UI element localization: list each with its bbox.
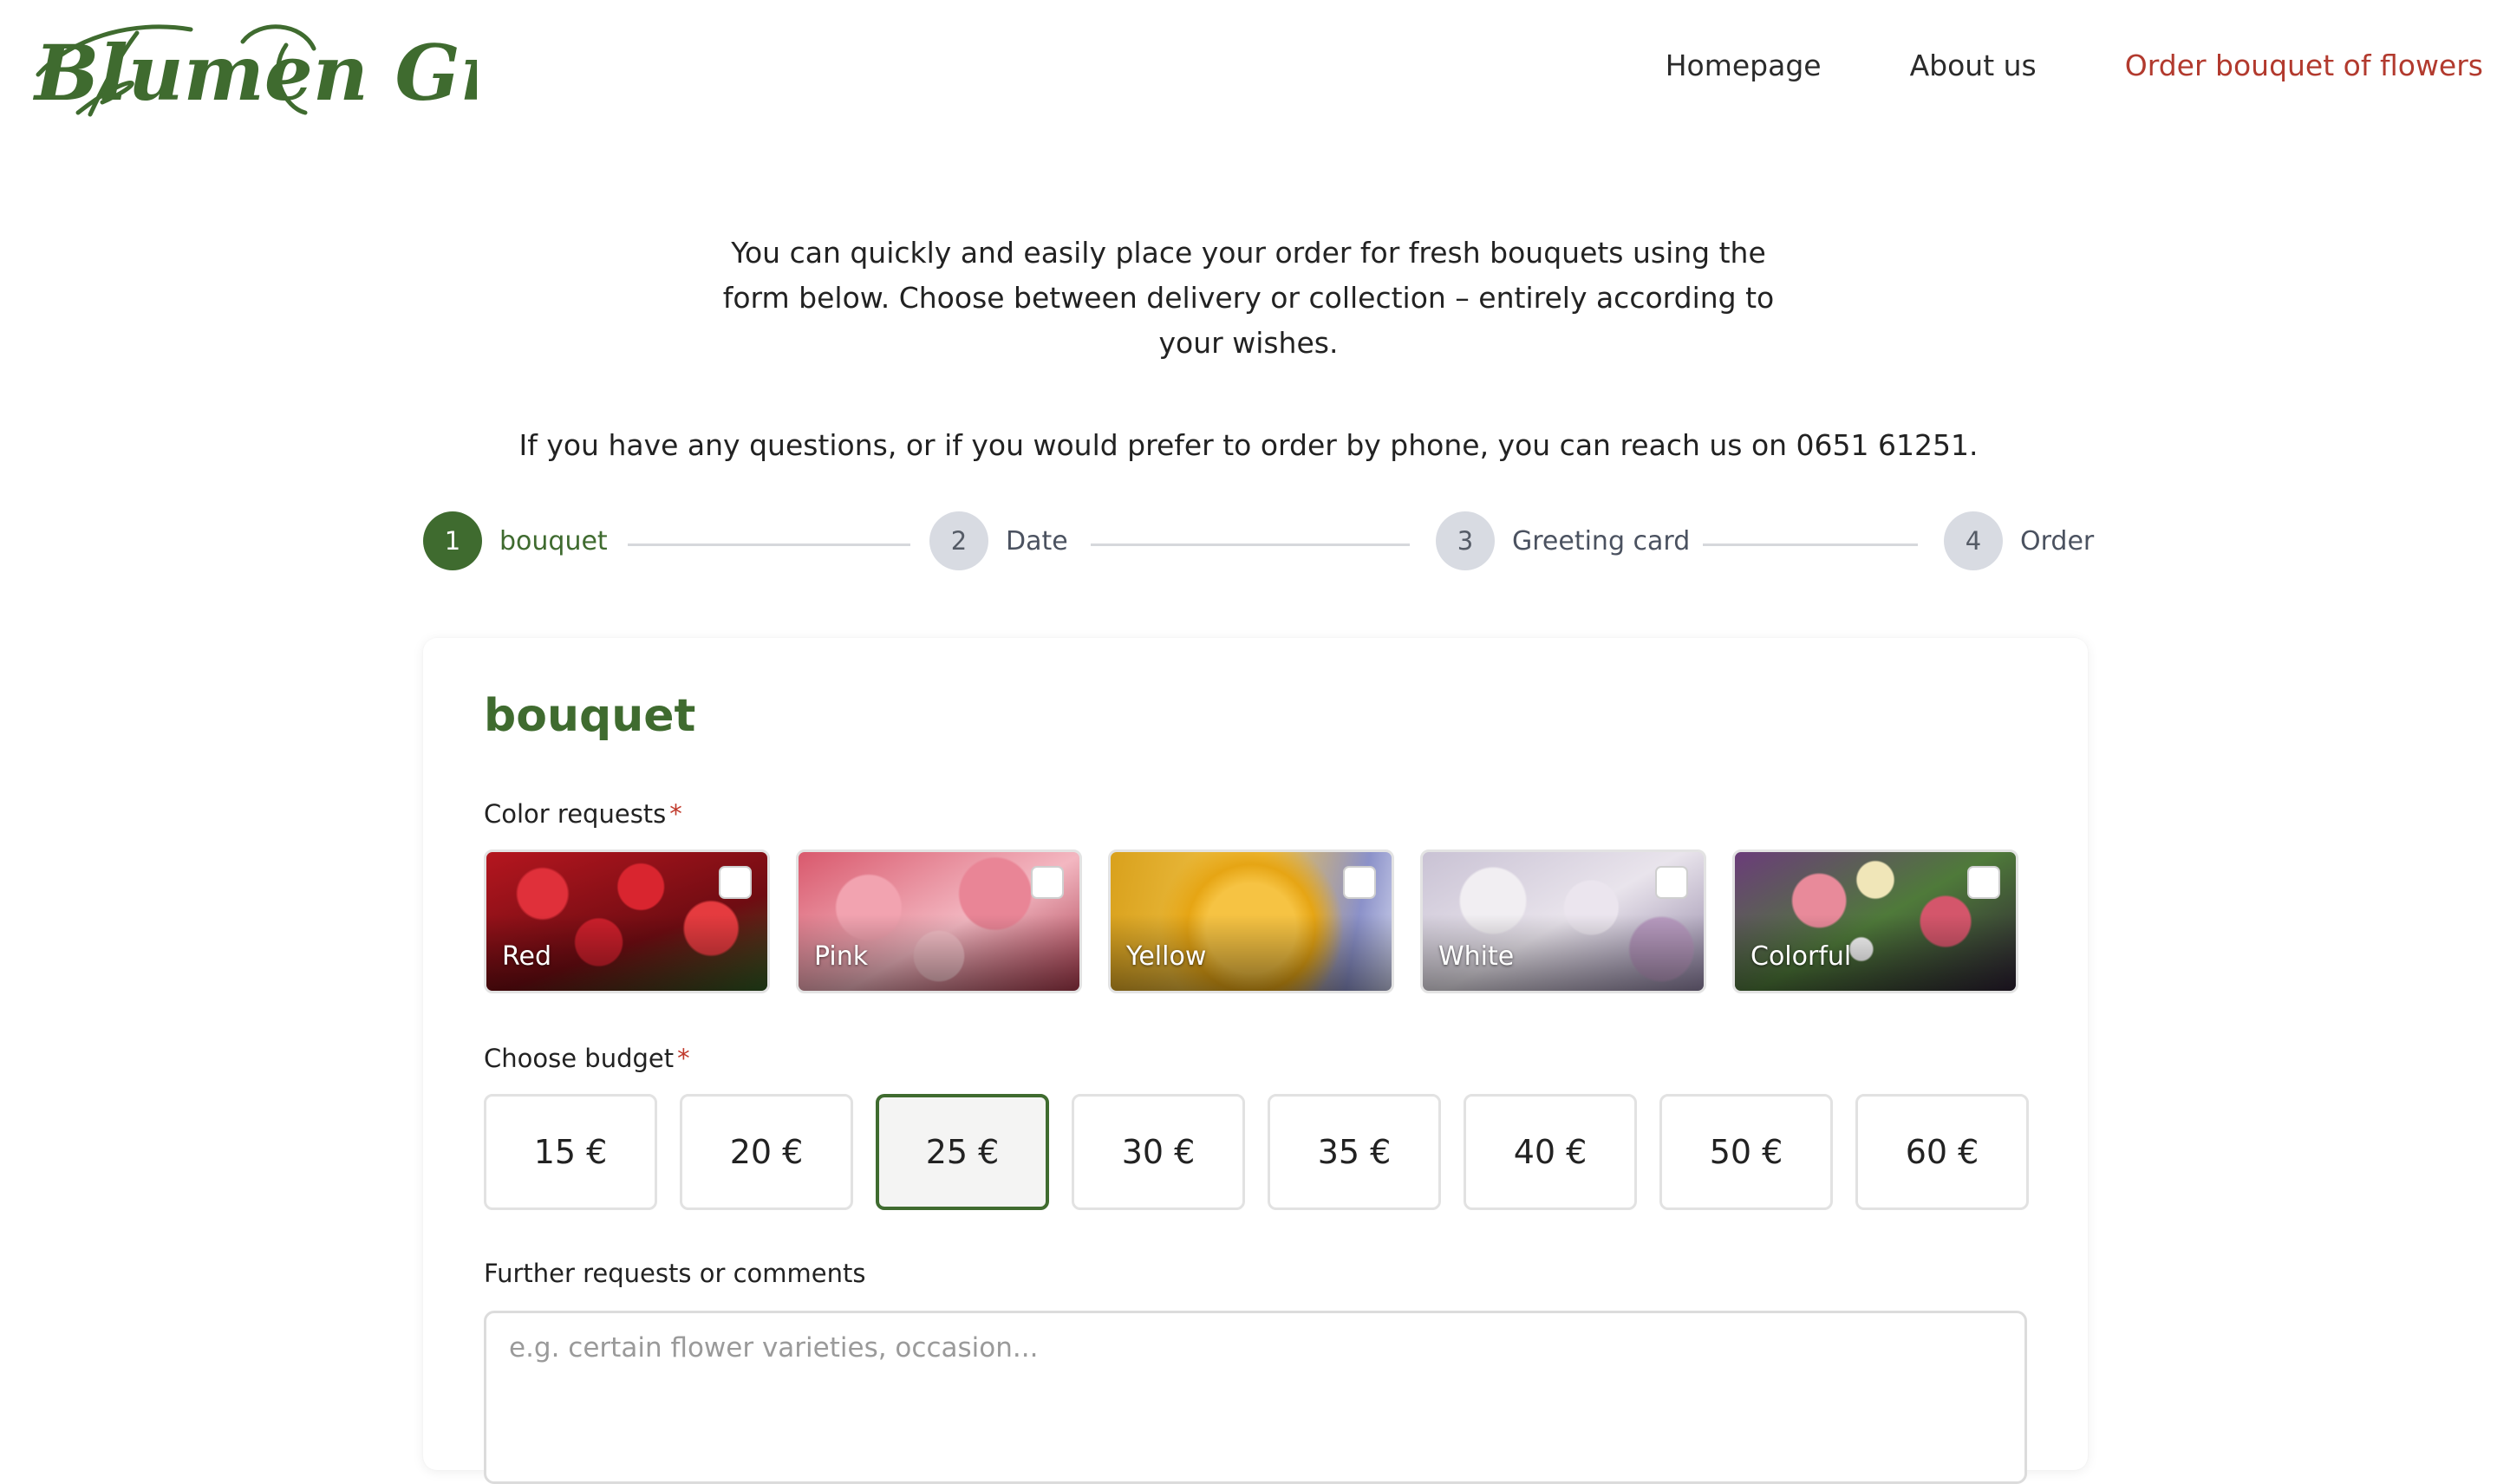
step-label: Order xyxy=(2020,525,2095,556)
nav-about-us[interactable]: About us xyxy=(1910,49,2037,82)
color-option-label: White xyxy=(1438,941,1515,972)
bouquet-form-card: bouquet Color requests* Red Pink Yellow xyxy=(423,638,2088,1484)
checkbox[interactable] xyxy=(1343,866,1376,899)
color-option-white[interactable]: White xyxy=(1420,849,1706,993)
main-nav: Homepage About us Order bouquet of flowe… xyxy=(1666,49,2483,82)
brand-logo[interactable]: Blumen Greif xyxy=(26,10,477,140)
budget-option-20[interactable]: 20 € xyxy=(680,1094,853,1210)
checkbox[interactable] xyxy=(1967,866,2000,899)
budget-option-15[interactable]: 15 € xyxy=(484,1094,657,1210)
logo-text: Blumen Greif xyxy=(32,28,477,118)
budget-option-30[interactable]: 30 € xyxy=(1072,1094,1245,1210)
checkbox[interactable] xyxy=(719,866,752,899)
comments-label: Further requests or comments xyxy=(484,1259,866,1288)
order-stepper: 1 bouquet 2 Date 3 Greeting card 4 Order xyxy=(423,511,2094,576)
step-number: 3 xyxy=(1436,511,1495,570)
step-label: Date xyxy=(1006,525,1068,556)
intro-paragraph-1: You can quickly and easily place your or… xyxy=(722,236,1775,360)
step-number: 1 xyxy=(423,511,482,570)
budget-option-40[interactable]: 40 € xyxy=(1464,1094,1637,1210)
checkbox[interactable] xyxy=(1031,866,1064,899)
step-number: 2 xyxy=(929,511,988,570)
color-requests-label-text: Color requests xyxy=(484,799,667,829)
color-option-yellow[interactable]: Yellow xyxy=(1108,849,1394,993)
step-label: Greeting card xyxy=(1512,525,1691,556)
step-label: bouquet xyxy=(499,525,608,556)
color-option-label: Red xyxy=(502,941,551,972)
nav-order-bouquet[interactable]: Order bouquet of flowers xyxy=(2125,49,2483,82)
step-date[interactable]: 2 Date xyxy=(929,511,1068,570)
step-connector xyxy=(1091,543,1410,546)
color-requests-label: Color requests * xyxy=(484,799,682,829)
color-option-red[interactable]: Red xyxy=(484,849,770,993)
step-order[interactable]: 4 Order xyxy=(1944,511,2094,570)
color-option-pink[interactable]: Pink xyxy=(796,849,1082,993)
color-option-colorful[interactable]: Colorful xyxy=(1732,849,2018,993)
step-bouquet[interactable]: 1 bouquet xyxy=(423,511,608,570)
required-marker: * xyxy=(669,799,682,829)
step-connector xyxy=(628,543,910,546)
step-number: 4 xyxy=(1944,511,2003,570)
comments-textarea[interactable] xyxy=(484,1311,2027,1484)
budget-option-60[interactable]: 60 € xyxy=(1855,1094,2029,1210)
intro-paragraph-2: If you have any questions, or if you wou… xyxy=(518,428,1979,462)
budget-options: 15 € 20 € 25 € 30 € 35 € 40 € 50 € 60 € xyxy=(484,1094,2029,1210)
step-connector xyxy=(1703,543,1918,546)
required-marker: * xyxy=(677,1044,690,1073)
budget-option-35[interactable]: 35 € xyxy=(1268,1094,1441,1210)
budget-option-25[interactable]: 25 € xyxy=(876,1094,1049,1210)
intro-text: You can quickly and easily place your or… xyxy=(0,231,2497,468)
budget-option-50[interactable]: 50 € xyxy=(1659,1094,1833,1210)
color-option-label: Pink xyxy=(814,941,869,972)
page: Blumen Greif Homepage About us Order bou… xyxy=(0,0,2497,1484)
form-title: bouquet xyxy=(484,690,696,742)
color-option-label: Yellow xyxy=(1126,941,1207,972)
nav-homepage[interactable]: Homepage xyxy=(1666,49,1822,82)
checkbox[interactable] xyxy=(1655,866,1688,899)
budget-label-text: Choose budget xyxy=(484,1044,675,1073)
color-options: Red Pink Yellow White Colorful xyxy=(484,849,2018,993)
budget-label: Choose budget * xyxy=(484,1044,690,1073)
step-greeting-card[interactable]: 3 Greeting card xyxy=(1436,511,1690,570)
color-option-label: Colorful xyxy=(1751,941,1852,972)
